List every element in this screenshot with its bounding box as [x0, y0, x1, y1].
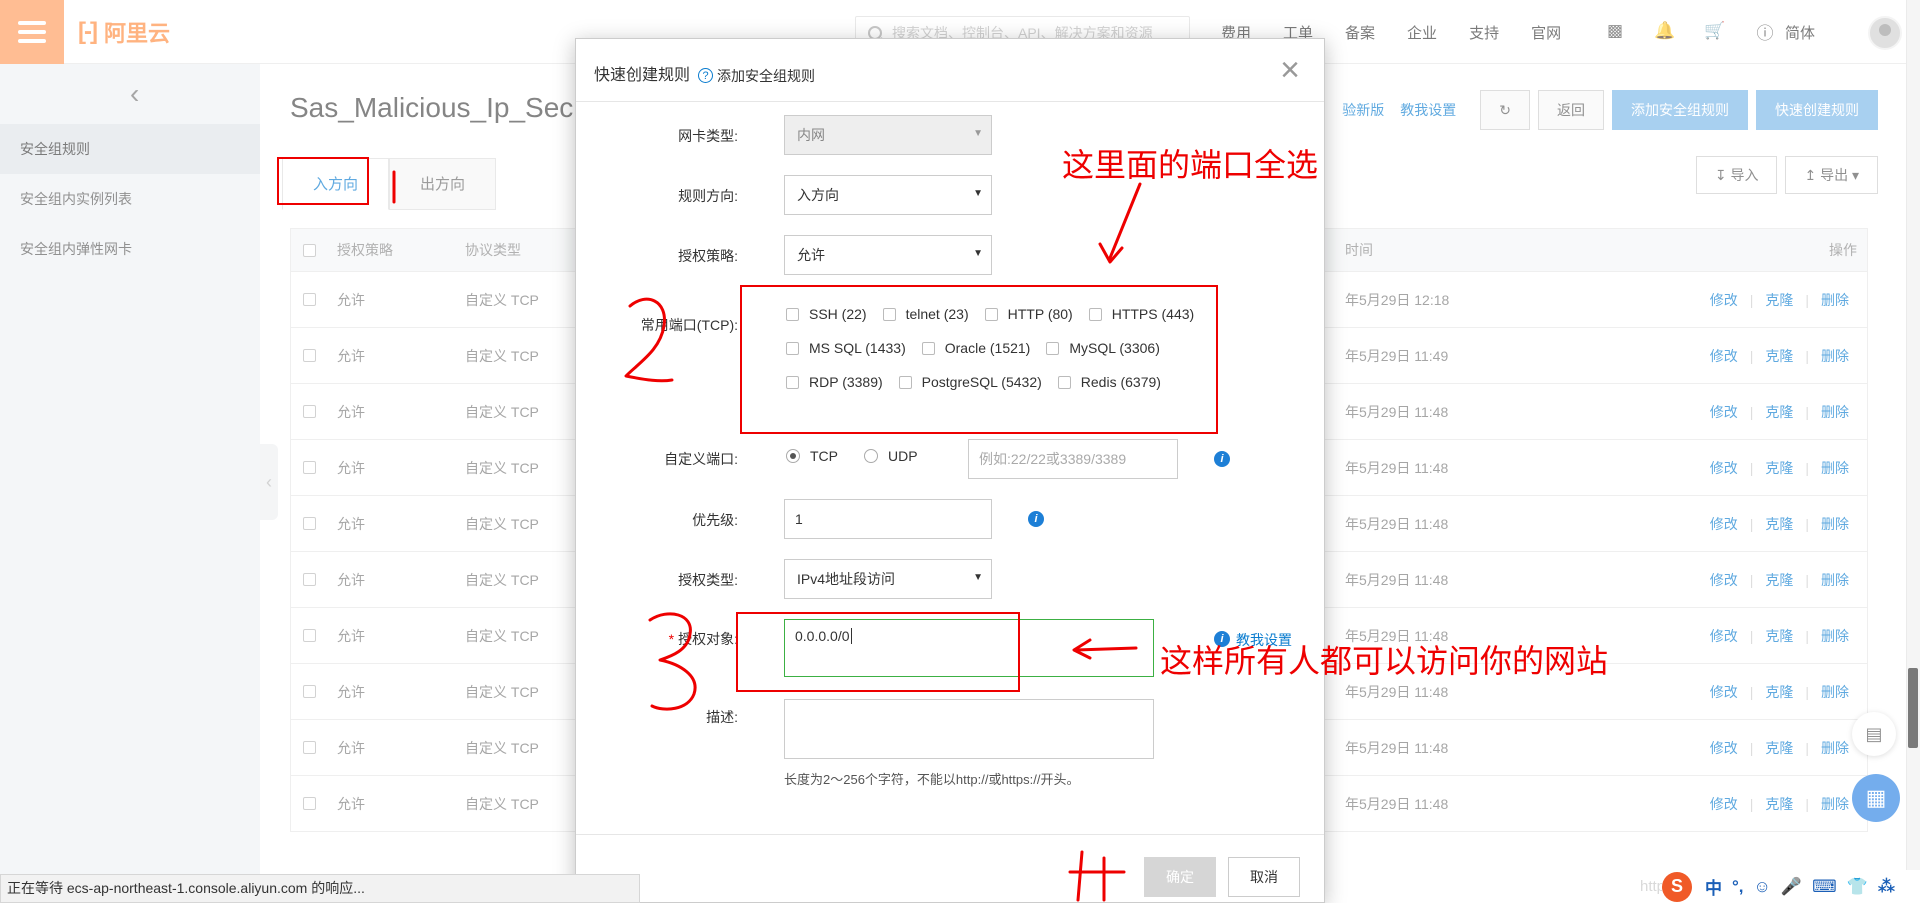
info-icon[interactable]: i: [1214, 451, 1230, 467]
cancel-button[interactable]: 取消: [1228, 857, 1300, 897]
annotation-access-note: 这样所有人都可以访问你的网站: [1160, 642, 1609, 680]
ime-more-icon[interactable]: ⁂: [1878, 877, 1895, 897]
auth-type-label: 授权类型:: [678, 572, 738, 588]
chevron-down-icon: ▼: [973, 572, 983, 583]
auth-type-select[interactable]: IPv4地址段访问 ▼: [784, 559, 992, 599]
annotation-box-inbound: [277, 157, 369, 205]
ime-chinese-mode[interactable]: 中: [1705, 874, 1722, 899]
policy-select[interactable]: 允许 ▼: [784, 235, 992, 275]
ime-voice-icon[interactable]: 🎤: [1781, 877, 1802, 897]
chevron-down-icon: ▼: [973, 188, 983, 199]
dialog-header: 快速创建规则? 添加安全组规则 ×: [576, 39, 1324, 102]
direction-select[interactable]: 入方向 ▼: [784, 175, 992, 215]
confirm-button[interactable]: 确定: [1144, 857, 1216, 897]
ime-punct[interactable]: °,: [1732, 877, 1744, 897]
direction-label: 规则方向:: [678, 188, 738, 204]
sogou-ime-logo-icon[interactable]: S: [1662, 871, 1692, 902]
ime-skin-icon[interactable]: 👕: [1847, 877, 1868, 897]
nic-type-select: 内网 ▼: [784, 115, 992, 155]
dialog-title: 快速创建规则: [594, 67, 691, 84]
description-hint: 长度为2～256个字符，不能以http://或https://开头。: [784, 772, 1080, 787]
priority-input[interactable]: 1: [784, 499, 992, 539]
protocol-tcp-radio[interactable]: TCP: [786, 448, 838, 464]
auth-object-label: * 授权对象:: [668, 631, 738, 647]
info-icon[interactable]: i: [1028, 511, 1044, 527]
custom-port-input[interactable]: 例如:22/22或3389/3389: [968, 439, 1178, 479]
annotation-box-auth-object: [736, 612, 1020, 692]
ime-keyboard-icon[interactable]: ⌨: [1812, 877, 1837, 897]
chevron-down-icon: ▼: [973, 248, 983, 259]
protocol-udp-radio[interactable]: UDP: [864, 448, 918, 464]
add-rule-help-link[interactable]: 添加安全组规则: [717, 68, 815, 84]
custom-port-label: 自定义端口:: [664, 451, 738, 467]
help-circle-icon[interactable]: ?: [698, 68, 714, 84]
annotation-ports-note: 这里面的端口全选: [1062, 146, 1319, 184]
nic-type-label: 网卡类型:: [678, 128, 738, 144]
ime-toolbar: S 中 °, ☺ 🎤 ⌨ 👕 ⁂: [1662, 870, 1920, 903]
description-label: 描述:: [706, 709, 738, 725]
priority-label: 优先级:: [692, 512, 738, 528]
annotation-box-ports: [740, 285, 1218, 434]
description-textarea[interactable]: [784, 699, 1154, 759]
ime-emoji-icon[interactable]: ☺: [1754, 877, 1771, 897]
chevron-down-icon: ▼: [973, 128, 983, 139]
close-icon[interactable]: ×: [1280, 53, 1300, 87]
common-ports-label: 常用端口(TCP):: [640, 317, 738, 333]
policy-label: 授权策略:: [678, 248, 738, 264]
browser-status-bar: 正在等待 ecs-ap-northeast-1.console.aliyun.c…: [0, 874, 640, 903]
dialog-footer: 确定 取消: [576, 834, 1324, 903]
